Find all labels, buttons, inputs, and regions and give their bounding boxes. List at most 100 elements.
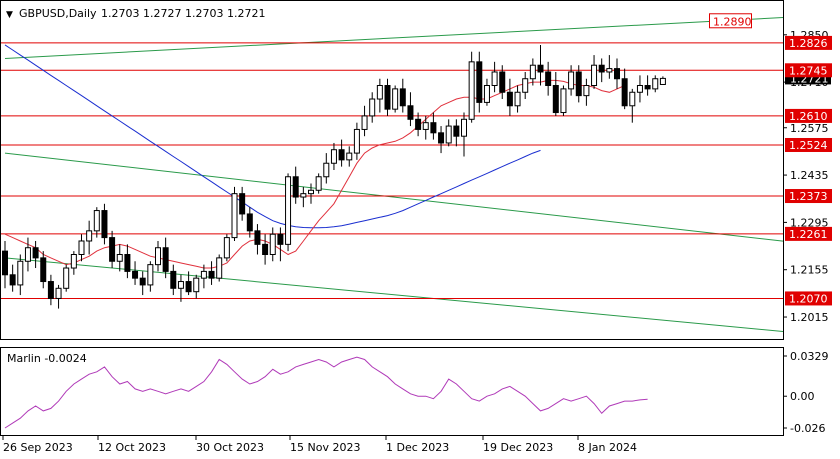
- candle-body: [361, 115, 368, 130]
- candle-body: [147, 264, 154, 286]
- level-label-1.2745: 1.2745: [789, 64, 828, 77]
- candle-body: [239, 193, 246, 215]
- level-label-1.2261: 1.2261: [789, 228, 828, 241]
- candle-body: [591, 64, 598, 87]
- candle-body: [560, 88, 567, 114]
- level-label-1.2524: 1.2524: [789, 139, 828, 152]
- candle-body: [116, 254, 123, 262]
- candle-body: [292, 176, 299, 198]
- candle-body: [47, 281, 54, 299]
- candle-body: [63, 267, 70, 289]
- ohlc-values: 1.2703 1.2727 1.2703 1.2721: [101, 7, 265, 20]
- candle-body: [583, 85, 590, 97]
- candle-body: [575, 71, 582, 97]
- candle-body: [499, 71, 506, 93]
- candle-body: [529, 64, 536, 80]
- candle-body: [162, 247, 169, 272]
- candle-body: [132, 270, 139, 279]
- candle-body: [86, 230, 93, 242]
- candle-body: [422, 122, 429, 130]
- date-label: 30 Oct 2023: [196, 441, 264, 454]
- candle-body: [445, 125, 452, 144]
- candle-body: [438, 132, 445, 144]
- marlin-line: [4, 356, 648, 429]
- candle-body: [277, 233, 284, 245]
- candle-body: [415, 118, 422, 130]
- level-label-1.2610: 1.2610: [789, 110, 828, 123]
- candle-body: [621, 78, 628, 107]
- date-label: 26 Sep 2023: [3, 441, 73, 454]
- candle-body: [644, 85, 651, 90]
- candle-body: [55, 287, 62, 299]
- candle-body: [614, 68, 620, 80]
- candle-body: [346, 152, 353, 161]
- candle-body: [40, 257, 47, 283]
- candle-body: [101, 210, 108, 239]
- candle-body: [254, 230, 261, 245]
- candle-body: [606, 68, 613, 73]
- candle-body: [636, 85, 643, 93]
- level-labels: 1.2890 1.2826 1.2745 1.2610 1.2524 1.2373 1.22…: [709, 13, 832, 306]
- candle-body: [476, 61, 483, 103]
- candle-body: [24, 247, 31, 262]
- candle-body: [208, 270, 215, 279]
- candle-body: [17, 260, 24, 286]
- candle-body: [139, 277, 146, 286]
- candle-body: [468, 61, 475, 120]
- candle-body: [552, 85, 559, 114]
- candle-body: [353, 128, 360, 154]
- price-tick-label: 1.2155: [790, 264, 829, 277]
- candle-body: [659, 77, 666, 85]
- candle-body: [231, 193, 238, 239]
- date-label: 19 Dec 2023: [483, 441, 553, 454]
- blue-moving-average: [4, 44, 541, 229]
- trend-line-2: [4, 152, 784, 242]
- indicator-plot-frame: [0, 347, 784, 436]
- price-tick-label: 1.2435: [790, 169, 829, 182]
- candle-body: [399, 88, 406, 107]
- date-label: 1 Dec 2023: [386, 441, 449, 454]
- candle-body: [262, 243, 269, 256]
- candle-body: [453, 125, 460, 137]
- candle-body: [109, 237, 116, 262]
- symbol-label: GBPUSD,Daily: [19, 7, 97, 20]
- date-label: 12 Oct 2023: [98, 441, 166, 454]
- candle-body: [392, 88, 399, 110]
- candle-body: [93, 210, 100, 232]
- date-label: 8 Jan 2024: [578, 441, 637, 454]
- trend-line-3: [4, 257, 784, 333]
- trend-line-1: [4, 17, 784, 59]
- candle-body: [315, 176, 322, 191]
- candle-body: [461, 118, 467, 137]
- candle-body: [338, 149, 345, 161]
- level-label-1.2826: 1.2826: [789, 37, 828, 50]
- trend-lines: [4, 17, 784, 333]
- marlin-indicator: 0.0329 0.00 -0.026: [4, 350, 829, 435]
- candle-body: [430, 122, 437, 134]
- candle-body: [323, 162, 330, 178]
- candle-body: [483, 85, 490, 103]
- candle-body: [9, 274, 16, 286]
- candle-body: [522, 78, 529, 93]
- candle-body: [384, 85, 391, 110]
- candle-body: [223, 237, 230, 259]
- candles: [2, 44, 666, 309]
- main-plot-frame: [0, 0, 784, 340]
- candle-body: [491, 71, 498, 87]
- candle-body: [200, 270, 207, 279]
- candle-body: [598, 64, 605, 73]
- indicator-name: Marlin -0.0024: [7, 352, 87, 365]
- candle-body: [170, 270, 177, 289]
- candle-body: [246, 213, 253, 232]
- candle-body: [177, 281, 184, 289]
- price-tick-label: 1.2575: [790, 122, 829, 135]
- date-label: 15 Nov 2023: [290, 441, 360, 454]
- candle-body: [2, 250, 8, 276]
- candle-body: [155, 247, 161, 266]
- red-moving-average: [4, 79, 625, 269]
- candle-body: [407, 105, 414, 120]
- collapse-arrow-icon[interactable]: ▼: [6, 10, 13, 20]
- candle-body: [78, 240, 85, 255]
- candle-body: [376, 85, 383, 100]
- candle-body: [124, 254, 131, 272]
